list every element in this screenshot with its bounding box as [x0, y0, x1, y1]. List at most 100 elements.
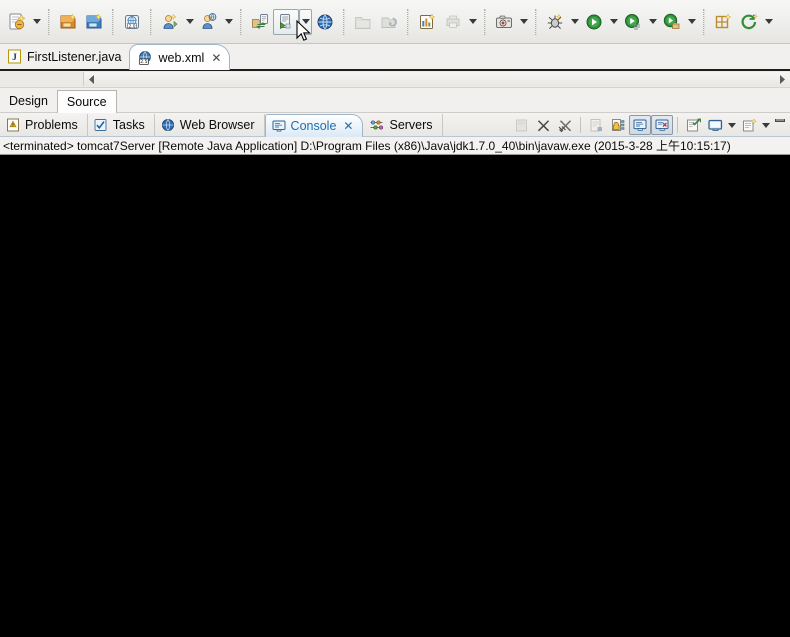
open-console-icon[interactable]: [651, 115, 673, 135]
view-tab-label: Tasks: [112, 118, 145, 132]
toolbar-separator: [407, 8, 409, 35]
view-tab-servers[interactable]: Servers: [363, 114, 443, 136]
toolbar-separator: [48, 8, 50, 35]
new-console-view-icon[interactable]: [738, 115, 760, 135]
chevron-down-icon: [301, 19, 310, 24]
view-tab-label: Servers: [389, 118, 433, 132]
run-as-icon[interactable]: [659, 9, 685, 35]
editor-tab-label: web.xml: [158, 50, 205, 65]
print-preview-icon[interactable]: [440, 9, 466, 35]
publish-dropdown-arrow[interactable]: [222, 9, 235, 35]
run-server-dropdown-arrow[interactable]: [299, 8, 312, 35]
publish-icon[interactable]: [196, 9, 222, 35]
server-import-icon[interactable]: [247, 9, 273, 35]
new-wizard-icon[interactable]: [4, 9, 30, 35]
new-wizard-dropdown-arrow[interactable]: [30, 9, 43, 35]
run-last-icon[interactable]: [620, 9, 646, 35]
java-file-icon: J: [7, 49, 22, 64]
scroll-left-arrow-icon[interactable]: [84, 72, 98, 87]
save-all-icon[interactable]: [81, 9, 107, 35]
deploy-dropdown-arrow[interactable]: [183, 9, 196, 35]
view-tab-tasks[interactable]: Tasks: [88, 114, 155, 136]
toolbar-separator: [580, 117, 581, 133]
toolbar-separator: [112, 8, 114, 35]
chevron-down-icon: [762, 122, 770, 128]
debug-icon[interactable]: [542, 9, 568, 35]
view-tab-label: Web Browser: [179, 118, 255, 132]
screen-capture-dropdown-arrow[interactable]: [517, 9, 530, 35]
console-icon: [272, 119, 286, 133]
toolbar-separator: [703, 8, 705, 35]
view-tab-label: Console: [290, 119, 337, 133]
close-icon[interactable]: ✕: [211, 52, 221, 64]
view-tab-console[interactable]: Console ✕: [264, 114, 364, 137]
problems-icon: [6, 118, 20, 132]
svg-text:J: J: [12, 53, 17, 63]
close-icon[interactable]: ✕: [343, 120, 353, 132]
main-toolbar: 2.0: [0, 0, 790, 44]
toolbar-group-launch: [542, 5, 698, 39]
remove-all-terminated-icon[interactable]: [554, 115, 576, 135]
coverage-icon[interactable]: [736, 9, 762, 35]
deploy-icon[interactable]: [157, 9, 183, 35]
refresh-folder-icon[interactable]: [376, 9, 402, 35]
pin-console-icon[interactable]: [607, 115, 629, 135]
toolbar-separator: [150, 8, 152, 35]
clear-console-icon[interactable]: [510, 115, 532, 135]
editor-page-tabs: Design Source: [0, 88, 790, 113]
run-icon[interactable]: [581, 9, 607, 35]
tab-source[interactable]: Source: [56, 90, 117, 113]
eclipse-window: 2.0 J FirstListener.java 2.5 web.xml ✕ D…: [0, 0, 790, 637]
run-last-dropdown-arrow[interactable]: [646, 9, 659, 35]
editor-tab-bar: J FirstListener.java 2.5 web.xml ✕: [0, 44, 790, 71]
display-selected-console-icon[interactable]: [629, 115, 651, 135]
screen-capture-icon[interactable]: [491, 9, 517, 35]
new-folder-icon[interactable]: [350, 9, 376, 35]
toolbar-separator: [535, 8, 537, 35]
view-menu-dropdown-arrow[interactable]: [726, 115, 738, 135]
print-preview-dropdown-arrow[interactable]: [466, 9, 479, 35]
save-icon[interactable]: [55, 9, 81, 35]
toolbar-group-server: [247, 5, 338, 39]
globe-icon[interactable]: [312, 9, 338, 35]
tasks-icon: [94, 118, 108, 132]
scroll-right-arrow-icon[interactable]: [775, 72, 789, 87]
view-tab-problems[interactable]: Problems: [0, 114, 88, 136]
new-window-icon[interactable]: [710, 9, 736, 35]
new-console-view-dropdown-arrow[interactable]: [760, 115, 772, 135]
toolbar-group-publish: [157, 5, 235, 39]
editor-tab-firstlistener[interactable]: J FirstListener.java: [0, 44, 130, 69]
scroll-lock-icon[interactable]: [585, 115, 607, 135]
minimize-icon[interactable]: [772, 115, 788, 135]
toolbar-group-capture: [491, 5, 530, 39]
toolbar-separator: [677, 117, 678, 133]
view-tab-bar: Problems Tasks Web Browser Console ✕ Ser…: [0, 113, 790, 137]
word-wrap-icon[interactable]: [682, 115, 704, 135]
tab-design[interactable]: Design: [0, 90, 57, 112]
terminate-icon[interactable]: [532, 115, 554, 135]
scrollbar-track[interactable]: [83, 72, 790, 86]
coverage-dropdown-arrow[interactable]: [762, 9, 775, 35]
servers-icon: [369, 118, 384, 132]
chevron-down-icon: [570, 19, 579, 24]
editor-horizontal-scrollbar[interactable]: [0, 71, 790, 88]
chevron-down-icon: [468, 19, 477, 24]
debug-dropdown-arrow[interactable]: [568, 9, 581, 35]
web-2-0-icon[interactable]: 2.0: [119, 9, 145, 35]
run-as-dropdown-arrow[interactable]: [685, 9, 698, 35]
editor-tab-webxml[interactable]: 2.5 web.xml ✕: [129, 44, 231, 70]
new-report-icon[interactable]: [414, 9, 440, 35]
chevron-down-icon: [687, 19, 696, 24]
page-tabs-filler: [116, 89, 790, 112]
run-server-icon[interactable]: [273, 8, 299, 35]
toolbar-separator: [240, 8, 242, 35]
tab-source-label: Source: [66, 94, 107, 109]
run-dropdown-arrow[interactable]: [607, 9, 620, 35]
tab-design-label: Design: [9, 93, 48, 108]
view-menu-icon[interactable]: [704, 115, 726, 135]
console-status-line: <terminated> tomcat7Server [Remote Java …: [0, 137, 790, 155]
chevron-down-icon: [728, 122, 736, 128]
console-output-area[interactable]: [0, 155, 790, 637]
view-tab-web-browser[interactable]: Web Browser: [155, 114, 265, 136]
toolbar-group-perspective: [710, 5, 775, 39]
